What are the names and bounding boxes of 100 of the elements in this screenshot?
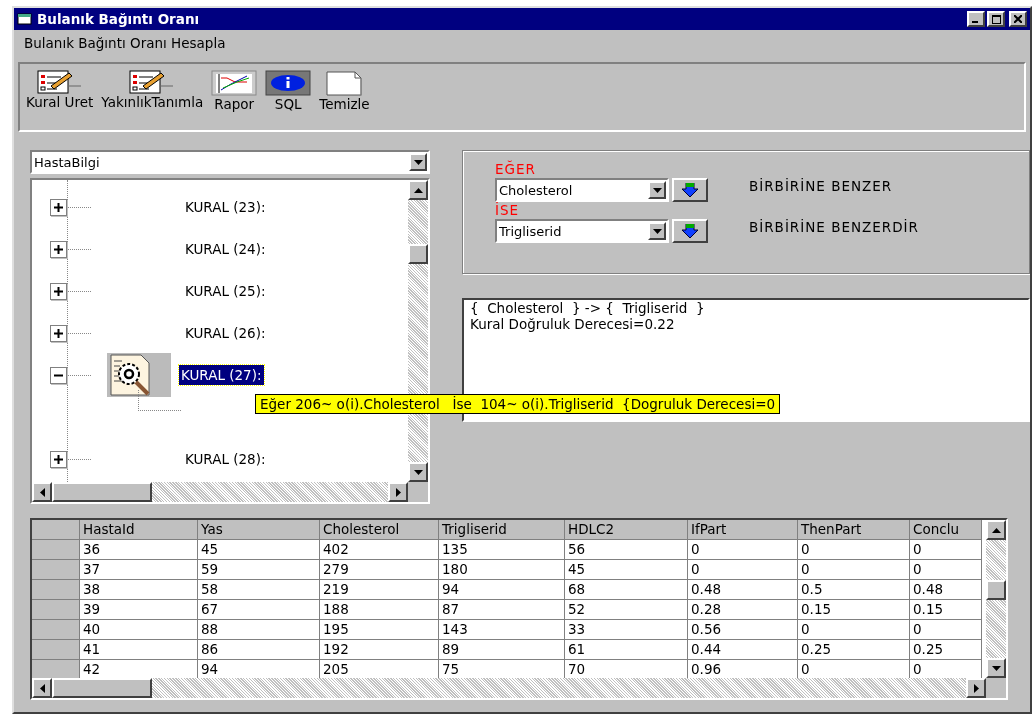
table-cell: 45 bbox=[565, 560, 688, 580]
scroll-thumb[interactable] bbox=[52, 678, 152, 698]
left-arrow-icon bbox=[39, 683, 45, 693]
table-cell: 0.25 bbox=[798, 640, 910, 660]
table-cell: 41 bbox=[80, 640, 198, 660]
table-cell: 0 bbox=[798, 620, 910, 640]
toolbar-button[interactable]: YakınlıkTanımla bbox=[101, 70, 204, 110]
if-description: BİRBİRİNE BENZER bbox=[749, 178, 893, 194]
scroll-thumb[interactable] bbox=[408, 244, 428, 264]
plus-icon bbox=[53, 327, 64, 339]
expand-toggle[interactable] bbox=[50, 450, 67, 468]
table-cell: 0.5 bbox=[798, 580, 910, 600]
table-cell: 42 bbox=[80, 660, 198, 678]
table-cell: 205 bbox=[320, 660, 439, 678]
tree-node[interactable]: KURAL (28): bbox=[183, 449, 268, 469]
table-cell: 0.15 bbox=[798, 600, 910, 620]
up-arrow-icon bbox=[991, 527, 1001, 533]
column-header[interactable]: ThenPart bbox=[798, 520, 910, 540]
table-cell: 94 bbox=[198, 660, 320, 678]
table-cell: 33 bbox=[565, 620, 688, 640]
expand-toggle[interactable] bbox=[50, 198, 67, 216]
scroll-thumb[interactable] bbox=[986, 580, 1006, 600]
document-magnifier-icon bbox=[107, 353, 171, 397]
down-arrow-icon bbox=[682, 224, 698, 238]
plus-icon bbox=[53, 201, 64, 213]
column-header[interactable]: HastaId bbox=[80, 520, 198, 540]
table-cell: 0 bbox=[910, 560, 982, 580]
tree-node[interactable]: KURAL (24): bbox=[183, 239, 268, 259]
toolbar-button[interactable]: Temizle bbox=[319, 70, 370, 112]
table-cell: 0 bbox=[910, 540, 982, 560]
tree-node[interactable]: KURAL (26): bbox=[183, 323, 268, 343]
close-button[interactable] bbox=[1009, 11, 1027, 27]
expand-toggle[interactable] bbox=[50, 240, 67, 258]
table-cell: 87 bbox=[439, 600, 565, 620]
if-field-dropdown[interactable]: Cholesterol bbox=[495, 178, 669, 202]
info-icon bbox=[265, 70, 312, 96]
tree-node[interactable]: KURAL (25): bbox=[183, 281, 268, 301]
table-cell: 94 bbox=[439, 580, 565, 600]
table-cell: 195 bbox=[320, 620, 439, 640]
plus-icon bbox=[53, 243, 64, 255]
table-cell: 0.28 bbox=[688, 600, 798, 620]
toolbar-button[interactable]: SQL bbox=[265, 70, 312, 112]
table-cell: 61 bbox=[565, 640, 688, 660]
maximize-icon bbox=[991, 14, 1001, 24]
expand-toggle[interactable] bbox=[50, 282, 67, 300]
close-icon bbox=[1014, 15, 1022, 23]
table-cell: 0 bbox=[798, 660, 910, 678]
table-cell: 0.48 bbox=[910, 580, 982, 600]
then-field-dropdown[interactable]: Trigliserid bbox=[495, 219, 669, 243]
horizontal-scrollbar[interactable] bbox=[32, 678, 1006, 698]
checklist-icon bbox=[36, 70, 83, 94]
table-dropdown[interactable]: HastaBilgi bbox=[30, 150, 430, 174]
tree-connector-line bbox=[67, 290, 91, 292]
table-cell: 88 bbox=[198, 620, 320, 640]
collapse-toggle[interactable] bbox=[50, 366, 67, 384]
column-header[interactable]: Yas bbox=[198, 520, 320, 540]
table-cell: 143 bbox=[439, 620, 565, 640]
maximize-button[interactable] bbox=[987, 11, 1005, 27]
window-title: Bulanık Bağıntı Oranı bbox=[37, 11, 201, 27]
tooltip: Eğer 206~ o(i).Cholesterol İse 104~ o(i).Trigliserid {Dogruluk Derecesi=0 bbox=[255, 394, 781, 414]
tree-branch-line bbox=[138, 390, 181, 411]
tree-connector-line bbox=[67, 206, 91, 208]
up-arrow-icon bbox=[413, 187, 423, 193]
tree-node[interactable]: KURAL (27): bbox=[179, 365, 264, 385]
expand-toggle[interactable] bbox=[50, 324, 67, 342]
vertical-scrollbar[interactable] bbox=[986, 520, 1006, 678]
apply-button[interactable] bbox=[672, 178, 708, 202]
minimize-button[interactable] bbox=[967, 11, 985, 27]
toolbar-button[interactable]: Rapor bbox=[211, 70, 258, 112]
column-header[interactable]: HDLC2 bbox=[565, 520, 688, 540]
table-cell: 38 bbox=[80, 580, 198, 600]
table-cell: 0 bbox=[688, 540, 798, 560]
column-header[interactable]: IfPart bbox=[688, 520, 798, 540]
down-arrow-icon bbox=[413, 469, 423, 475]
table-cell: 0.15 bbox=[910, 600, 982, 620]
table-cell: 0.56 bbox=[688, 620, 798, 640]
horizontal-scrollbar[interactable] bbox=[32, 482, 428, 502]
table-cell: 279 bbox=[320, 560, 439, 580]
toolbar-button[interactable]: Kural Uret bbox=[26, 70, 94, 110]
column-header[interactable]: Cholesterol bbox=[320, 520, 439, 540]
menu-item[interactable]: Bulanık Bağıntı Oranı Hesapla bbox=[24, 35, 226, 51]
table-cell: 36 bbox=[80, 540, 198, 560]
scroll-thumb[interactable] bbox=[52, 482, 152, 502]
tree-connector-line bbox=[67, 458, 91, 460]
table-cell: 180 bbox=[439, 560, 565, 580]
down-arrow-icon bbox=[682, 183, 698, 197]
column-header[interactable]: Conclu bbox=[910, 520, 982, 540]
table-cell: 0.25 bbox=[910, 640, 982, 660]
result-line: Kural Doğruluk Derecesi=0.22 bbox=[470, 316, 676, 332]
apply-button[interactable] bbox=[672, 219, 708, 243]
plus-icon bbox=[53, 453, 64, 465]
table-cell: 135 bbox=[439, 540, 565, 560]
table-cell: 0.44 bbox=[688, 640, 798, 660]
checklist-icon bbox=[129, 70, 176, 94]
column-header[interactable]: Trigliserid bbox=[439, 520, 565, 540]
tree-node[interactable]: KURAL (23): bbox=[183, 197, 268, 217]
if-label: EĞER bbox=[495, 161, 537, 178]
table-cell: 219 bbox=[320, 580, 439, 600]
table-cell: 192 bbox=[320, 640, 439, 660]
table-cell: 58 bbox=[198, 580, 320, 600]
